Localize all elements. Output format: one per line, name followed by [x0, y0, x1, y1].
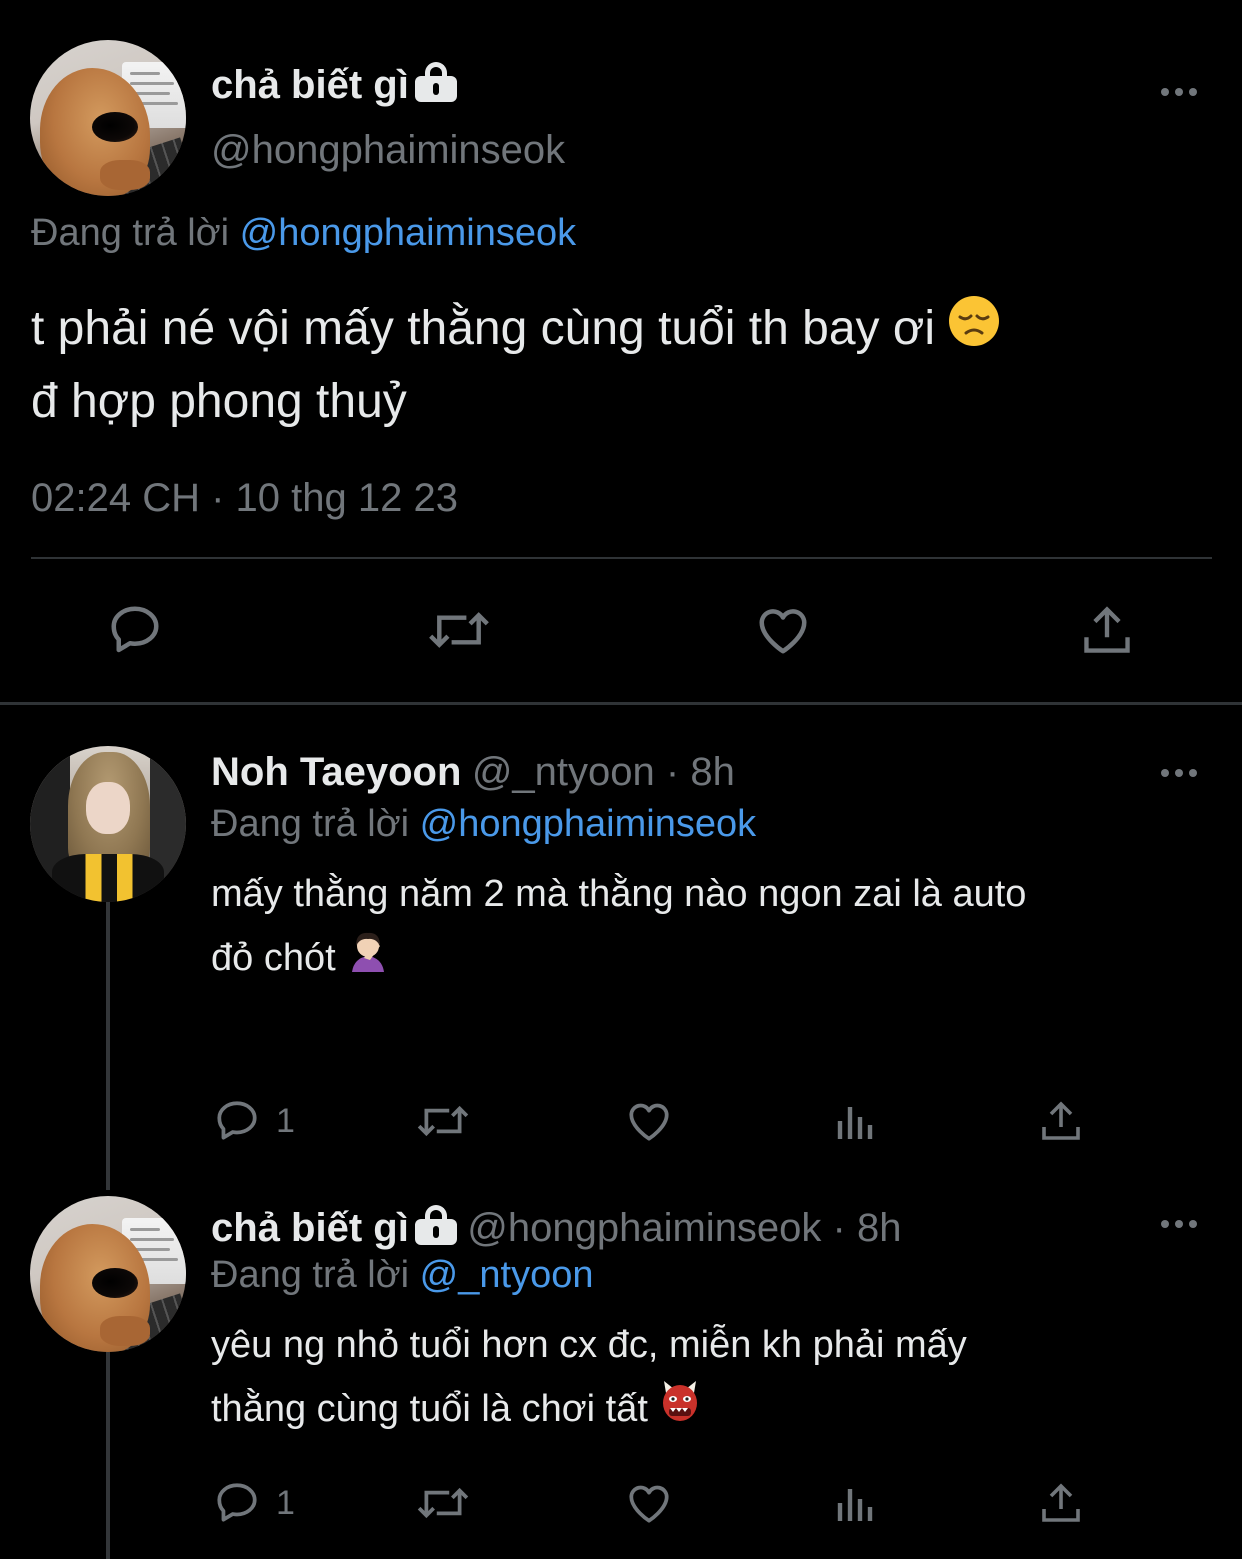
display-name-text: chả biết gì	[211, 63, 409, 107]
display-name-text: chả biết gì	[211, 1206, 409, 1250]
share-button[interactable]	[1037, 1096, 1085, 1146]
user-handle[interactable]: @hongphaiminseok	[211, 128, 565, 173]
reply-prefix: Đang trả lời	[211, 803, 410, 845]
disappointed-face-emoji	[948, 295, 1000, 367]
reply-header: Noh Taeyoon @_ntyoon · 8h	[211, 750, 735, 795]
reply-text-line-2: đỏ chót	[211, 937, 336, 979]
more-icon[interactable]	[1161, 88, 1197, 96]
reply-icon	[217, 1101, 257, 1140]
views-button[interactable]	[832, 1478, 880, 1528]
like-icon	[629, 1103, 669, 1141]
tweet-text-line: t phải né vội mấy thằng cùng tuổi th bay…	[31, 294, 1221, 367]
like-button[interactable]	[624, 1096, 674, 1146]
share-button[interactable]	[1037, 1478, 1085, 1528]
tweet-text: t phải né vội mấy thằng cùng tuổi th bay…	[31, 294, 1221, 437]
tweet-text-line-2: đ hợp phong thuỷ	[31, 375, 407, 429]
handle-and-time[interactable]: @hongphaiminseok · 8h	[467, 1206, 901, 1250]
reply-to-link[interactable]: @hongphaiminseok	[420, 803, 756, 845]
ogre-emoji	[658, 1379, 702, 1443]
reply-context: Đang trả lời @_ntyoon	[211, 1254, 593, 1297]
like-icon	[629, 1485, 669, 1523]
tweet-text-line-1: t phải né vội mấy thằng cùng tuổi th bay…	[31, 302, 936, 355]
like-button[interactable]	[624, 1478, 674, 1528]
views-button[interactable]	[832, 1096, 880, 1146]
display-name[interactable]: Noh Taeyoon	[211, 750, 461, 794]
reply-icon	[111, 606, 159, 653]
reply-context: Đang trả lời @hongphaiminseok	[211, 803, 756, 846]
views-icon	[837, 1107, 873, 1139]
lock-icon	[414, 62, 457, 102]
reply-context: Đang trả lời @hongphaiminseok	[31, 212, 576, 255]
display-name[interactable]: chả biết gì	[211, 1205, 457, 1250]
divider	[31, 557, 1212, 559]
reply-header: chả biết gì @hongphaiminseok · 8h	[211, 1205, 901, 1251]
like-icon	[759, 609, 807, 654]
like-button[interactable]	[753, 600, 813, 660]
facepalm-emoji	[346, 928, 390, 992]
share-icon	[1042, 1101, 1080, 1140]
reply-text: mấy thằng năm 2 mà thằng nào ngon zai là…	[211, 862, 1211, 992]
reply-button[interactable]: 1	[212, 1478, 295, 1528]
share-icon	[1042, 1483, 1080, 1522]
display-name[interactable]: chả biết gì	[211, 62, 457, 108]
reply-text-line-1: mấy thằng năm 2 mà thằng nào ngon zai là…	[211, 873, 1027, 915]
avatar[interactable]	[30, 1196, 186, 1352]
reply-prefix: Đang trả lời	[31, 212, 230, 254]
retweet-button[interactable]	[416, 1096, 470, 1146]
retweet-icon	[417, 1487, 469, 1519]
reply-text-line: thằng cùng tuổi là chơi tất	[211, 1377, 1211, 1443]
timestamp[interactable]: 02:24 CH · 10 thg 12 23	[31, 476, 458, 521]
views-icon	[837, 1489, 873, 1521]
avatar-cat-paw	[100, 160, 150, 190]
avatar-cat-paw	[100, 1316, 150, 1346]
share-icon	[1084, 606, 1130, 653]
thread-line	[106, 1352, 110, 1559]
handle-and-time[interactable]: @_ntyoon · 8h	[472, 750, 735, 794]
more-icon[interactable]	[1161, 1220, 1197, 1228]
more-icon[interactable]	[1161, 769, 1197, 777]
lock-icon	[414, 1205, 457, 1245]
reply-to-link[interactable]: @_ntyoon	[420, 1254, 594, 1296]
avatar[interactable]	[30, 746, 186, 902]
retweet-icon	[417, 1105, 469, 1137]
reply-count: 1	[276, 1483, 295, 1522]
avatar-cat-eye	[92, 1268, 138, 1298]
reply-text-line: đỏ chót	[211, 926, 1211, 992]
reply-prefix: Đang trả lời	[211, 1254, 410, 1296]
reply-text-line-2: thằng cùng tuổi là chơi tất	[211, 1388, 648, 1430]
retweet-button[interactable]	[416, 1478, 470, 1528]
share-button[interactable]	[1078, 600, 1136, 660]
avatar-cat-eye	[92, 112, 138, 142]
reply-text: yêu ng nhỏ tuổi hơn cx đc, miễn kh phải …	[211, 1313, 1211, 1443]
thread-line	[106, 902, 110, 1190]
avatar-face	[86, 782, 130, 834]
section-divider	[0, 702, 1242, 705]
reply-to-link[interactable]: @hongphaiminseok	[240, 212, 576, 254]
reply-text-line-1: yêu ng nhỏ tuổi hơn cx đc, miễn kh phải …	[211, 1324, 967, 1366]
reply-button[interactable]	[105, 600, 165, 660]
retweet-icon	[429, 612, 489, 648]
avatar[interactable]	[30, 40, 186, 196]
avatar-shirt	[52, 854, 164, 902]
reply-count: 1	[276, 1101, 295, 1140]
reply-icon	[217, 1483, 257, 1522]
reply-button[interactable]: 1	[212, 1096, 295, 1146]
retweet-button[interactable]	[427, 600, 491, 660]
